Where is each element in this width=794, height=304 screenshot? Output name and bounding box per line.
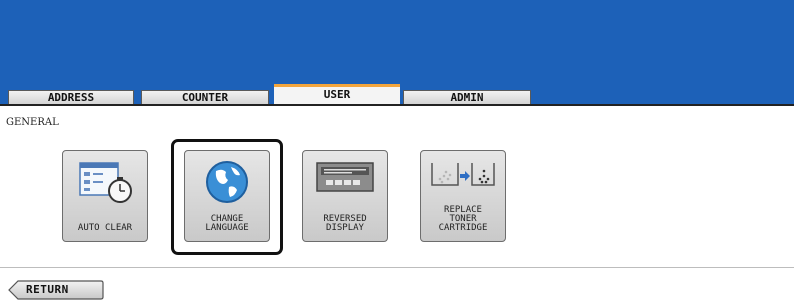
auto-clear-timer-icon [74, 157, 136, 211]
tile-label: REVERSED DISPLAY [323, 214, 367, 233]
divider [0, 267, 794, 268]
replace-toner-cartridge-button[interactable]: REPLACE TONER CARTRIDGE [420, 150, 506, 242]
tab-bar: ADDRESS COUNTER USER ADMIN [0, 84, 794, 106]
section-label: GENERAL [6, 117, 59, 128]
return-label: RETURN [26, 283, 69, 296]
tile-label: AUTO CLEAR [77, 223, 133, 233]
display-panel-icon [314, 157, 376, 201]
tab-user[interactable]: USER [274, 84, 400, 106]
tab-underline [0, 104, 794, 106]
tab-address[interactable]: ADDRESS [8, 90, 134, 104]
tab-counter[interactable]: COUNTER [141, 90, 269, 104]
tile-label: REPLACE TONER CARTRIDGE [438, 205, 488, 233]
toner-replace-icon [428, 157, 498, 195]
tab-admin[interactable]: ADMIN [403, 90, 531, 104]
return-button[interactable]: RETURN [8, 280, 104, 300]
reversed-display-button[interactable]: REVERSED DISPLAY [302, 150, 388, 242]
auto-clear-button[interactable]: AUTO CLEAR [62, 150, 148, 242]
selection-highlight [171, 139, 283, 255]
